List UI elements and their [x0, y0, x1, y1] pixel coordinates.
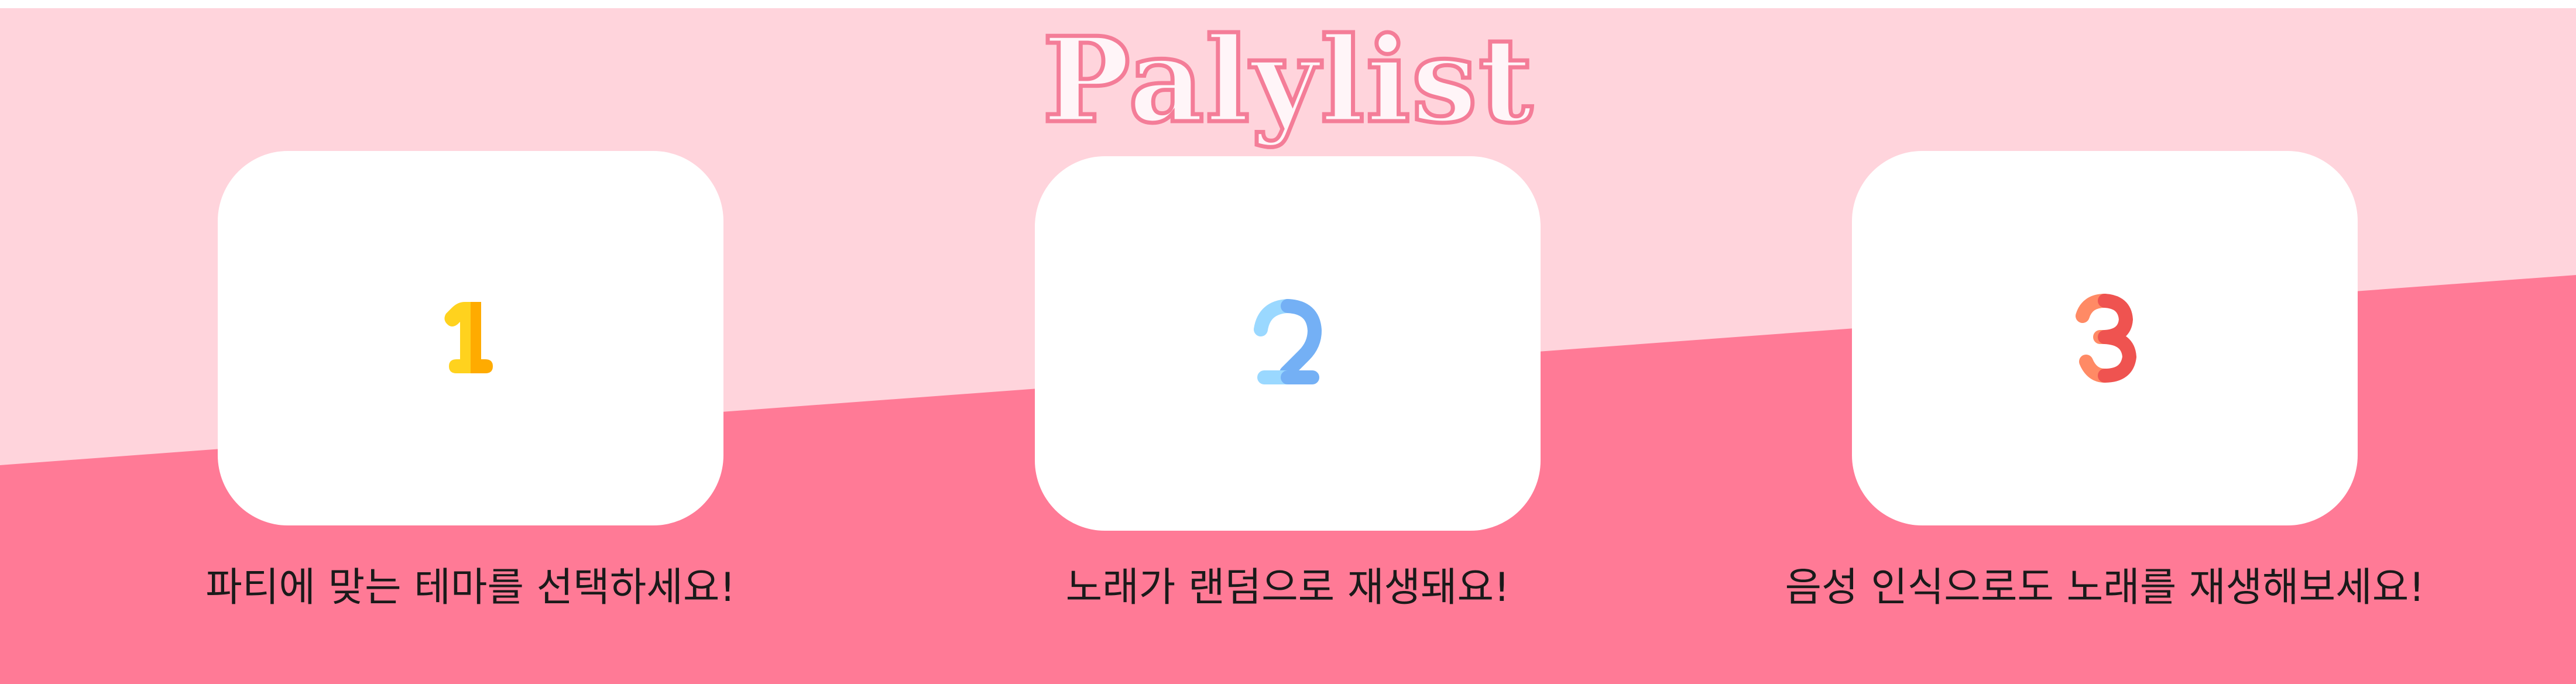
- step-card-2[interactable]: [1035, 156, 1541, 531]
- number-two-icon: [1254, 299, 1322, 384]
- number-one-icon: [444, 302, 493, 373]
- number-three-icon: [2076, 294, 2136, 383]
- page: Palylist 파티에 맞는 테마를 선택하세요! 노래가 랜덤으로 재생돼요…: [0, 0, 2576, 684]
- step-caption-1: 파티에 맞는 테마를 선택하세요!: [205, 565, 736, 611]
- step-card-3[interactable]: [1852, 151, 2358, 525]
- step-card-1[interactable]: [218, 151, 723, 525]
- step-caption-2: 노래가 랜덤으로 재생돼요!: [1065, 565, 1510, 611]
- step-caption-3: 음성 인식으로도 노래를 재생해보세요!: [1785, 565, 2425, 611]
- page-title: Palylist: [1040, 12, 1535, 149]
